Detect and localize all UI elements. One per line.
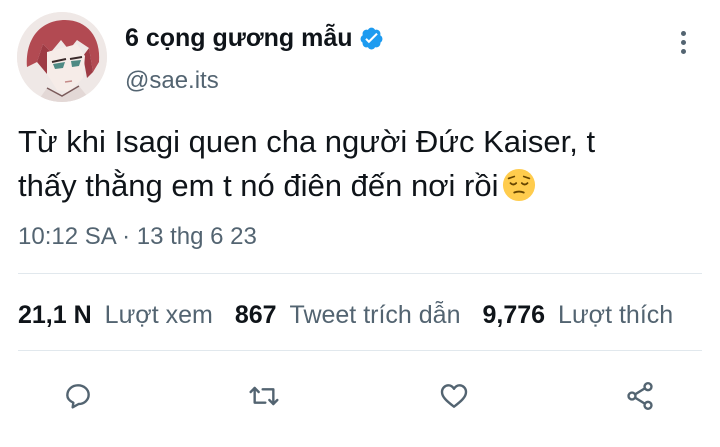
user-handle[interactable]: @sae.its	[125, 66, 219, 96]
pensive-face-icon	[502, 168, 536, 202]
action-bar	[0, 376, 720, 420]
likes-label[interactable]: Lượt thích	[558, 298, 673, 332]
quote-tweets-label[interactable]: Tweet trích dẫn	[290, 298, 461, 332]
divider	[18, 273, 702, 274]
retweet-icon[interactable]	[244, 376, 284, 416]
reply-icon[interactable]	[58, 376, 98, 416]
tweet-text: Từ khi Isagi quen cha người Đức Kaiser, …	[18, 120, 708, 208]
like-icon[interactable]	[434, 376, 474, 416]
views-count[interactable]: 21,1 N	[18, 298, 92, 332]
more-options-icon[interactable]	[672, 28, 694, 56]
share-icon[interactable]	[620, 376, 660, 416]
anime-avatar-icon	[17, 12, 107, 102]
views-label[interactable]: Lượt xem	[105, 298, 213, 332]
quote-tweets-count[interactable]: 867	[235, 298, 277, 332]
verified-badge-icon	[359, 26, 384, 51]
display-name[interactable]: 6 cọng gương mẫu	[125, 22, 384, 54]
divider	[18, 350, 702, 351]
display-name-text: 6 cọng gương mẫu	[125, 24, 353, 52]
tweet-timestamp[interactable]: 10:12 SA · 13 thg 6 23	[18, 221, 257, 253]
avatar[interactable]	[17, 12, 107, 102]
tweet-text-line: thấy thằng em t nó điên đến nơi rồi	[18, 164, 708, 208]
tweet-text-line: Từ khi Isagi quen cha người Đức Kaiser, …	[18, 124, 596, 159]
likes-count[interactable]: 9,776	[482, 298, 545, 332]
tweet-stats: 21,1 N Lượt xem 867 Tweet trích dẫn 9,77…	[18, 298, 673, 332]
tweet-text-line-2: thấy thằng em t nó điên đến nơi rồi	[18, 168, 499, 203]
